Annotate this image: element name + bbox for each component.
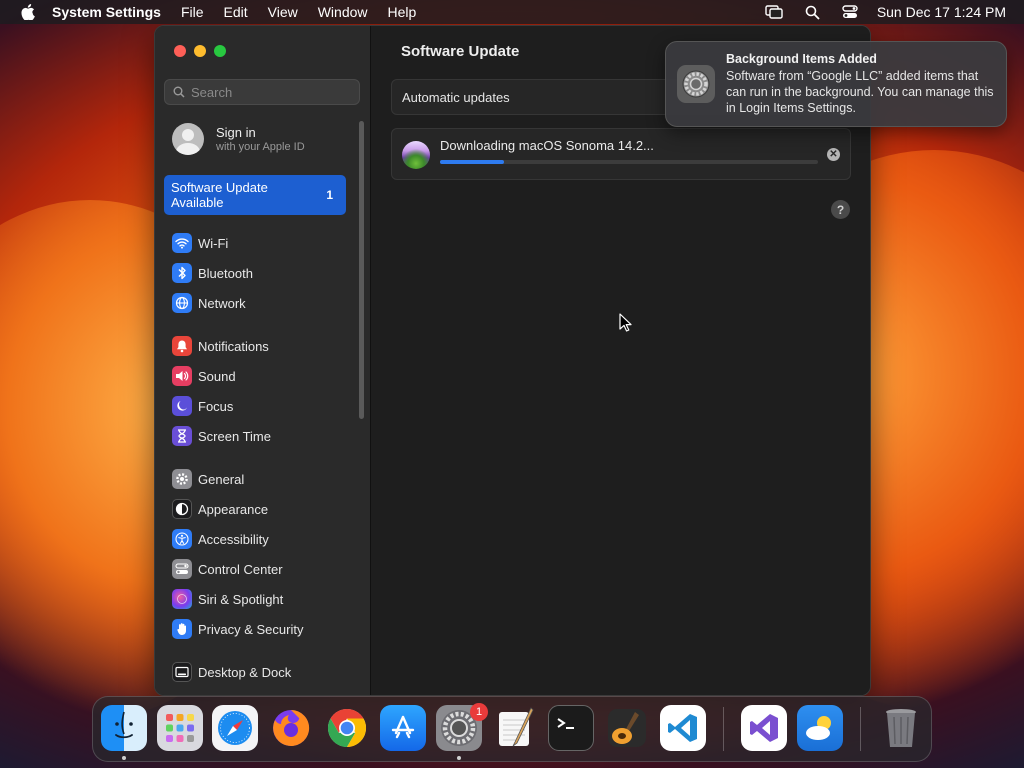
sidebar-item-label: Siri & Spotlight — [198, 591, 284, 607]
minimize-button[interactable] — [194, 45, 206, 57]
sidebar-item-label: Accessibility — [198, 531, 269, 547]
cancel-download-button[interactable]: ✕ — [827, 148, 840, 161]
sidebar-item-label: General — [198, 471, 245, 487]
automatic-updates-label: Automatic updates — [402, 89, 510, 105]
sidebar-item-notifications[interactable]: Notifications — [172, 335, 269, 357]
window-controls — [174, 45, 226, 57]
speaker-icon — [172, 366, 192, 386]
dock-firefox-icon[interactable] — [268, 705, 314, 751]
dock-trash-icon[interactable] — [878, 705, 924, 751]
moon-icon — [172, 396, 192, 416]
accessibility-icon — [172, 529, 192, 549]
notification-title: Background Items Added — [726, 52, 877, 66]
hourglass-icon — [172, 426, 192, 446]
apple-id-signin[interactable]: Sign in with your Apple ID — [172, 123, 305, 155]
sidebar-item-bluetooth[interactable]: Bluetooth — [172, 262, 253, 284]
menu-bar: System Settings File Edit View Window He… — [0, 0, 1024, 24]
sidebar-item-appearance[interactable]: Appearance — [172, 498, 268, 520]
download-card: Downloading macOS Sonoma 14.2... ✕ — [391, 128, 851, 180]
menu-help[interactable]: Help — [388, 4, 417, 20]
hand-icon — [172, 619, 192, 639]
avatar — [172, 123, 204, 155]
sidebar-item-network[interactable]: Network — [172, 292, 246, 314]
download-progress-bar — [440, 160, 818, 164]
dock-safari-icon[interactable] — [212, 705, 258, 751]
bluetooth-icon — [172, 263, 192, 283]
download-progress-fill — [440, 160, 505, 164]
menu-file[interactable]: File — [181, 4, 204, 20]
sidebar-item-label: Control Center — [198, 561, 283, 577]
menu-view[interactable]: View — [268, 4, 298, 20]
system-settings-gear-icon — [677, 65, 715, 103]
sidebar-item-label: Appearance — [198, 501, 269, 517]
menu-window[interactable]: Window — [318, 4, 368, 20]
sidebar-item-sound[interactable]: Sound — [172, 365, 236, 387]
sidebar-item-label: Bluetooth — [198, 265, 253, 281]
close-button[interactable] — [174, 45, 186, 57]
sidebar-item-software-update[interactable]: Software Update Available 1 — [164, 175, 346, 215]
search-icon — [173, 86, 185, 98]
apple-menu-icon[interactable] — [18, 4, 38, 20]
screen-mirroring-icon[interactable] — [765, 5, 783, 19]
sidebar-item-label: Sound — [198, 368, 236, 384]
dock-chrome-icon[interactable] — [324, 705, 370, 751]
control-center-icon — [172, 559, 192, 579]
notification-body: Software from “Google LLC” added items t… — [726, 69, 994, 115]
menu-app-name[interactable]: System Settings — [52, 4, 161, 20]
dock-visual-studio-icon[interactable] — [741, 705, 787, 751]
sidebar-item-privacy-security[interactable]: Privacy & Security — [172, 618, 303, 640]
sidebar-item-desktop-dock[interactable]: Desktop & Dock — [172, 661, 291, 683]
dock: 1 — [92, 696, 932, 762]
zoom-button[interactable] — [214, 45, 226, 57]
dock-terminal-icon[interactable] — [548, 705, 594, 751]
page-title: Software Update — [401, 43, 520, 60]
sidebar-scrollbar[interactable] — [359, 121, 364, 419]
spotlight-search-icon[interactable] — [805, 5, 820, 20]
signin-subtitle: with your Apple ID — [216, 141, 305, 153]
mouse-cursor-icon — [619, 313, 632, 337]
sidebar-item-label: Network — [198, 295, 246, 311]
update-count-badge: 1 — [326, 188, 333, 202]
bell-icon — [172, 336, 192, 356]
sidebar-item-accessibility[interactable]: Accessibility — [172, 528, 269, 550]
sidebar: Sign in with your Apple ID Software Upda… — [155, 26, 371, 695]
desktop-icon — [172, 662, 192, 682]
dock-app-store-icon[interactable] — [380, 705, 426, 751]
dock-textedit-icon[interactable] — [492, 705, 538, 751]
gear-icon — [172, 469, 192, 489]
help-button[interactable]: ? — [831, 200, 850, 219]
dock-garageband-icon[interactable] — [604, 705, 650, 751]
wifi-icon — [172, 233, 192, 253]
dock-launchpad-icon[interactable] — [157, 705, 203, 751]
sidebar-item-label: Desktop & Dock — [198, 664, 292, 680]
siri-icon — [172, 589, 192, 609]
sidebar-item-screen-time[interactable]: Screen Time — [172, 425, 271, 447]
appearance-icon — [172, 499, 192, 519]
macos-sonoma-icon — [402, 141, 430, 169]
dock-badge: 1 — [470, 703, 488, 721]
sidebar-item-general[interactable]: General — [172, 468, 244, 490]
sidebar-item-focus[interactable]: Focus — [172, 395, 233, 417]
search-input[interactable] — [189, 83, 353, 101]
menu-edit[interactable]: Edit — [224, 4, 248, 20]
sidebar-item-label: Focus — [198, 398, 234, 414]
dock-finder-icon[interactable] — [101, 705, 147, 751]
sidebar-item-label: Notifications — [198, 338, 269, 354]
sidebar-item-label: Screen Time — [198, 428, 271, 444]
sidebar-item-siri-spotlight[interactable]: Siri & Spotlight — [172, 588, 283, 610]
menu-clock[interactable]: Sun Dec 17 1:24 PM — [877, 4, 1006, 20]
dock-vscode-icon[interactable] — [660, 705, 706, 751]
sidebar-item-wifi[interactable]: Wi-Fi — [172, 232, 228, 254]
dock-weather-icon[interactable] — [797, 705, 843, 751]
sidebar-item-control-center[interactable]: Control Center — [172, 558, 283, 580]
control-center-icon[interactable] — [842, 5, 858, 19]
globe-icon — [172, 293, 192, 313]
notification-banner[interactable]: Background Items Added Software from “Go… — [665, 41, 1007, 127]
search-field[interactable] — [164, 79, 360, 105]
signin-title: Sign in — [216, 125, 256, 140]
sidebar-item-label: Wi-Fi — [198, 235, 229, 251]
download-status-text: Downloading macOS Sonoma 14.2... — [440, 138, 654, 153]
sidebar-item-label: Privacy & Security — [198, 621, 304, 637]
sidebar-item-label: Software Update Available — [171, 180, 268, 210]
